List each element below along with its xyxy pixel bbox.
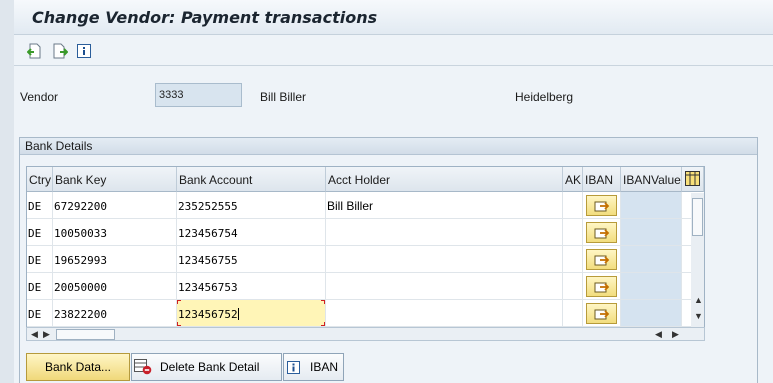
sap-screen: Change Vendor: Payment transactions Vend…	[14, 0, 773, 383]
iban-row-button[interactable]	[586, 249, 617, 270]
table-row[interactable]: DE 23822200 123456752	[27, 300, 704, 327]
cell-ibanvalue	[621, 273, 682, 299]
horizontal-scroll-thumb[interactable]	[56, 329, 115, 340]
iban-button[interactable]: IBAN	[283, 353, 344, 381]
vendor-name: Bill Biller	[260, 90, 307, 104]
next-screen-icon[interactable]	[52, 42, 69, 59]
table-row[interactable]: DE 10050033 123456754	[27, 219, 704, 246]
vertical-scrollbar[interactable]: ▲ ▼	[691, 193, 704, 328]
cell-ak[interactable]	[563, 192, 583, 218]
cell-iban	[583, 246, 621, 272]
cell-ctry[interactable]: DE	[27, 192, 53, 218]
title-bar: Change Vendor: Payment transactions	[14, 0, 773, 35]
cell-ibanvalue	[621, 246, 682, 272]
scroll-down-arrow-icon[interactable]: ▼	[694, 311, 703, 321]
cell-acct-holder[interactable]	[326, 219, 563, 245]
col-header-iban[interactable]: IBAN	[583, 167, 621, 192]
cell-ctry[interactable]: DE	[27, 246, 53, 272]
cell-bank-account[interactable]: 123456755	[177, 246, 326, 272]
cell-ak[interactable]	[563, 300, 583, 326]
horizontal-scrollbar[interactable]: ◀ ▶ ◀ ▶	[26, 327, 705, 341]
iban-arrow-icon	[594, 228, 609, 238]
iban-button-label: IBAN	[310, 360, 339, 374]
cell-bank-account[interactable]: 123456753	[177, 273, 326, 299]
text-cursor	[237, 308, 239, 320]
delete-bank-detail-label: Delete Bank Detail	[160, 360, 260, 374]
iban-row-button[interactable]	[586, 276, 617, 297]
cell-iban	[583, 219, 621, 245]
scroll-up-arrow-icon[interactable]: ▲	[694, 295, 703, 305]
cell-bank-key[interactable]: 10050033	[53, 219, 177, 245]
info-icon[interactable]	[75, 42, 92, 59]
cell-ak[interactable]	[563, 246, 583, 272]
table-row[interactable]: DE 19652993 123456755	[27, 246, 704, 273]
cell-iban	[583, 192, 621, 218]
vendor-header: Vendor 3333 Bill Biller Heidelberg	[14, 66, 773, 136]
cell-acct-holder[interactable]: Bill Biller	[326, 192, 563, 218]
bank-account-input-text: 123456752	[178, 308, 238, 321]
iban-arrow-icon	[594, 201, 609, 211]
vendor-number-field: 3333	[155, 83, 242, 107]
table-scroll-left-arrow-icon[interactable]: ◀	[655, 329, 662, 339]
cell-acct-holder[interactable]	[326, 246, 563, 272]
iban-row-button[interactable]	[586, 303, 617, 324]
column-settings-icon[interactable]	[682, 167, 704, 192]
application-toolbar	[14, 35, 773, 66]
cell-ak[interactable]	[563, 219, 583, 245]
col-header-acct-holder[interactable]: Acct Holder	[326, 167, 563, 192]
previous-screen-icon[interactable]	[26, 42, 43, 59]
cell-acct-holder[interactable]	[326, 273, 563, 299]
col-header-ak[interactable]: AK	[563, 167, 583, 192]
col-header-ibanvalue[interactable]: IBANValue	[621, 167, 682, 192]
cell-bank-key[interactable]: 20050000	[53, 273, 177, 299]
iban-arrow-icon	[594, 282, 609, 292]
bank-data-label: Bank Data...	[44, 360, 112, 374]
col-header-bank-key[interactable]: Bank Key	[53, 167, 177, 192]
cell-bank-account[interactable]: 235252555	[177, 192, 326, 218]
cell-ctry[interactable]: DE	[27, 219, 53, 245]
cell-iban	[583, 300, 621, 326]
cell-ibanvalue	[621, 300, 682, 326]
cell-iban	[583, 273, 621, 299]
col-header-bank-account[interactable]: Bank Account	[177, 167, 326, 192]
cell-ak[interactable]	[563, 273, 583, 299]
cell-bank-account-editing[interactable]: 123456752	[177, 300, 326, 326]
focus-corner	[321, 322, 325, 326]
cell-ctry[interactable]: DE	[27, 300, 53, 326]
vertical-scroll-thumb[interactable]	[692, 198, 703, 236]
focus-corner	[321, 300, 325, 304]
focus-corner	[177, 300, 181, 304]
bank-details-title: Bank Details	[20, 138, 757, 155]
table-row[interactable]: DE 20050000 123456753	[27, 273, 704, 300]
cell-bank-key[interactable]: 67292200	[53, 192, 177, 218]
table-row[interactable]: DE 67292200 235252555 Bill Biller	[27, 192, 704, 219]
scroll-right-arrow-icon[interactable]: ▶	[43, 329, 50, 339]
bank-data-button[interactable]: Bank Data...	[26, 353, 130, 381]
col-header-ctry[interactable]: Ctry	[27, 167, 53, 192]
iban-row-button[interactable]	[586, 195, 617, 216]
table-scroll-right-arrow-icon[interactable]: ▶	[672, 329, 679, 339]
cell-bank-key[interactable]: 19652993	[53, 246, 177, 272]
iban-row-button[interactable]	[586, 222, 617, 243]
iban-arrow-icon	[594, 255, 609, 265]
vendor-label: Vendor	[20, 90, 59, 104]
delete-bank-detail-button[interactable]: Delete Bank Detail	[131, 353, 282, 381]
window-title: Change Vendor: Payment transactions	[32, 8, 378, 27]
bank-details-table: Ctry Bank Key Bank Account Acct Holder A…	[26, 166, 705, 336]
cell-ibanvalue	[621, 192, 682, 218]
cell-ctry[interactable]: DE	[27, 273, 53, 299]
cell-ibanvalue	[621, 219, 682, 245]
cell-acct-holder[interactable]	[326, 300, 563, 326]
cell-bank-key[interactable]: 23822200	[53, 300, 177, 326]
cell-bank-account[interactable]: 123456754	[177, 219, 326, 245]
focus-corner	[177, 322, 181, 326]
bank-details-group: Bank Details Ctry Bank Key Bank Account …	[19, 137, 758, 383]
iban-info-icon	[287, 360, 300, 374]
iban-arrow-icon	[594, 309, 609, 319]
scroll-left-arrow-icon[interactable]: ◀	[31, 329, 38, 339]
vendor-city: Heidelberg	[515, 90, 574, 104]
delete-row-icon	[134, 359, 152, 375]
